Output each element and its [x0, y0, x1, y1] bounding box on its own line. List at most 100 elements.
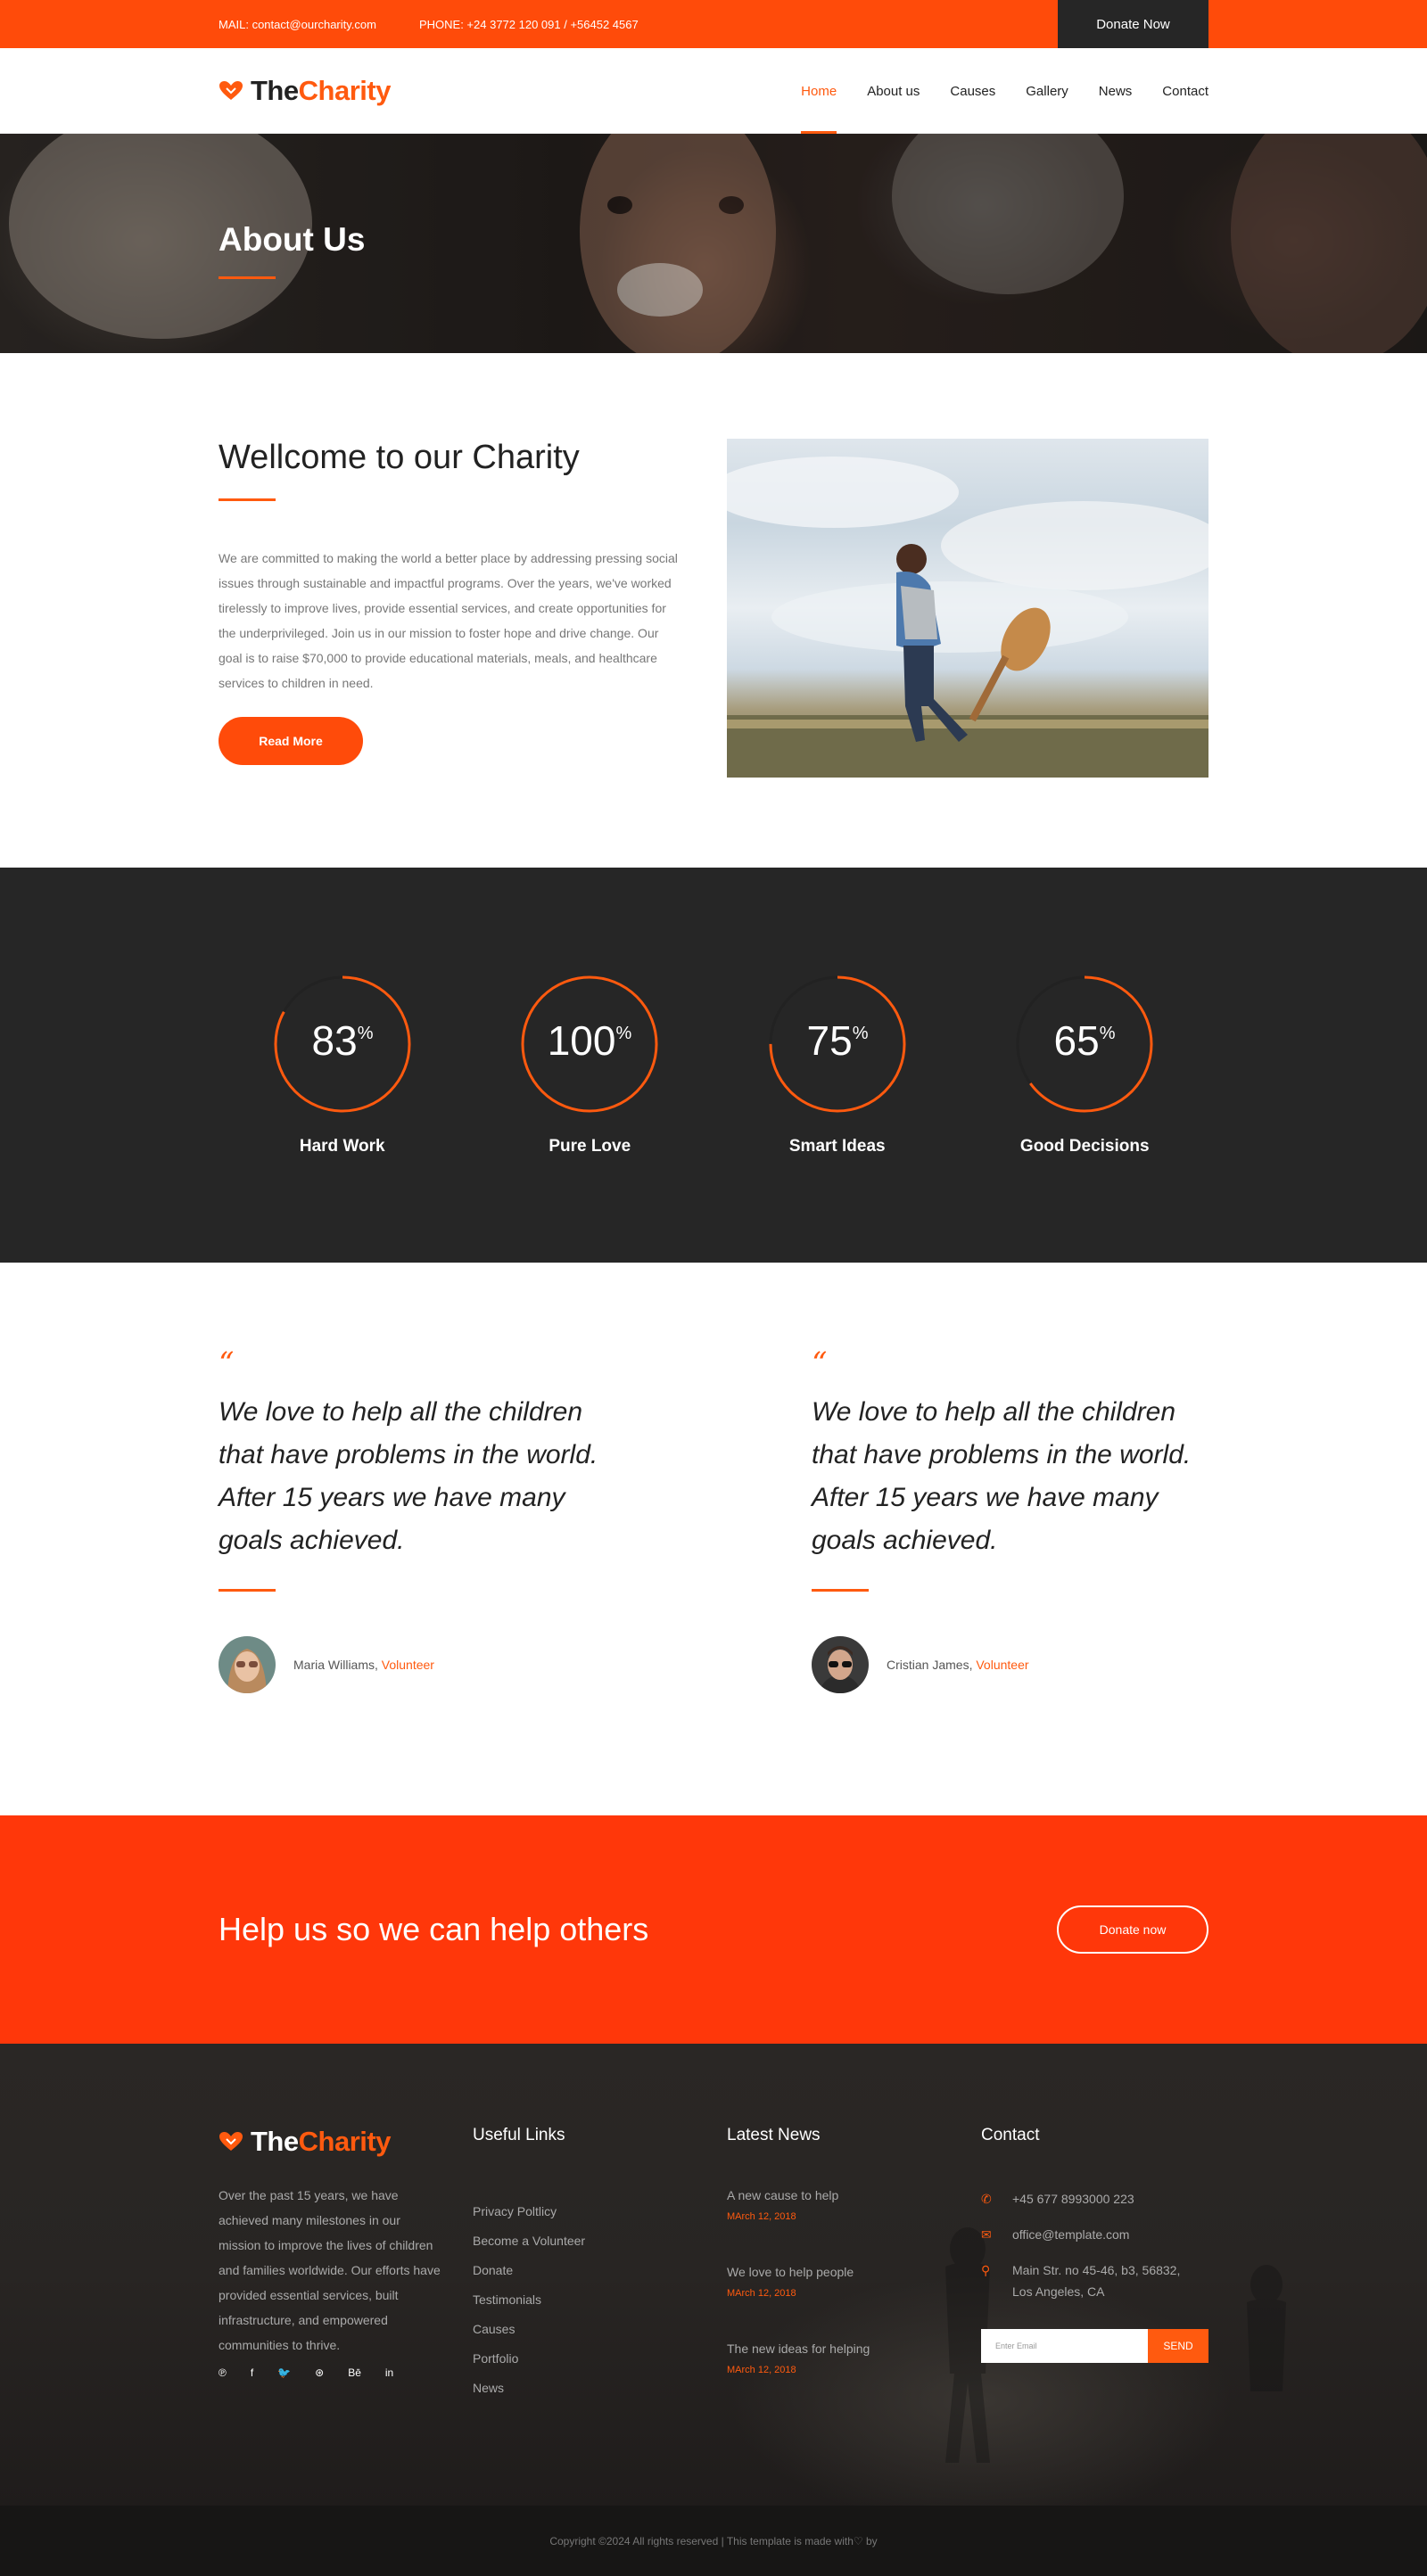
footer-about: The Charity Over the past 15 years, we ha…: [219, 2126, 473, 2418]
nav-item-contact[interactable]: Contact: [1162, 48, 1208, 134]
footer-link[interactable]: Donate: [473, 2256, 727, 2285]
send-button[interactable]: SEND: [1148, 2329, 1208, 2363]
footer-contact: Contact ✆ +45 677 8993000 223 ✉ office@t…: [981, 2126, 1208, 2418]
newsletter-form: Enter Email SEND: [981, 2329, 1208, 2363]
progress-ring: 65%: [1016, 975, 1153, 1113]
nav-item-gallery[interactable]: Gallery: [1026, 48, 1068, 134]
stat-label: Good Decisions: [1019, 1137, 1150, 1156]
news-title[interactable]: The new ideas for helping: [727, 2341, 981, 2356]
logo[interactable]: The Charity: [219, 75, 391, 107]
avatar: [219, 1636, 276, 1693]
copyright-bar: Copyright ©2024 All rights reserved | Th…: [0, 2506, 1427, 2576]
read-more-button[interactable]: Read More: [219, 717, 363, 765]
welcome-divider: [219, 498, 276, 501]
stat-smart-ideas: 75% Smart Ideas: [714, 973, 961, 1156]
nav-item-causes[interactable]: Causes: [950, 48, 995, 134]
cta-title: Help us so we can help others: [219, 1911, 649, 1947]
welcome-section: Wellcome to our Charity We are committed…: [0, 353, 1427, 868]
footer-logo[interactable]: The Charity: [219, 2126, 473, 2158]
envelope-icon: ✉: [981, 2227, 992, 2242]
stat-hard-work: 83% Hard Work: [219, 973, 466, 1156]
stat-unit: %: [357, 1024, 373, 1043]
stat-value: 65: [1054, 1017, 1100, 1064]
welcome-title: Wellcome to our Charity: [219, 439, 580, 476]
author-name: Cristian James,: [887, 1658, 973, 1672]
avatar: [812, 1636, 869, 1693]
footer: The Charity Over the past 15 years, we ha…: [0, 2044, 1427, 2506]
contact-email-text[interactable]: office@template.com: [1012, 2224, 1129, 2245]
testimonial-card: “ We love to help all the children that …: [812, 1346, 1208, 1693]
quote-icon: “: [219, 1346, 235, 1381]
footer-useful-links: Useful Links Privacy Poltlicy Become a V…: [473, 2126, 727, 2418]
svg-text:100%: 100%: [548, 1017, 632, 1064]
donate-now-button[interactable]: Donate Now: [1058, 0, 1208, 48]
logo-text-charity: Charity: [298, 75, 392, 106]
copyright-text: Copyright ©2024 All rights reserved | Th…: [549, 2534, 878, 2547]
stat-unit: %: [1100, 1024, 1116, 1043]
testimonial-divider: [812, 1589, 869, 1592]
nav-item-about-us[interactable]: About us: [867, 48, 920, 134]
title-underline: [219, 276, 276, 279]
contact-phone: ✆ +45 677 8993000 223: [981, 2188, 1208, 2210]
heart-hands-icon: [219, 2132, 243, 2151]
donate-now-cta-button[interactable]: Donate now: [1057, 1905, 1208, 1954]
svg-text:83%: 83%: [311, 1017, 373, 1064]
linkedin-icon[interactable]: in: [385, 2366, 393, 2379]
stat-label: Smart Ideas: [788, 1137, 886, 1156]
address-line-2: Los Angeles, CA: [1012, 2284, 1105, 2299]
footer-link[interactable]: News: [473, 2374, 727, 2403]
footer-about-text: Over the past 15 years, we have achieved…: [219, 2188, 441, 2352]
testimonial-author: Cristian James, Volunteer: [812, 1636, 1208, 1693]
stat-label: Hard Work: [299, 1137, 385, 1156]
testimonial-quote: We love to help all the children that ha…: [812, 1397, 1192, 1555]
behance-icon[interactable]: Bē: [348, 2366, 361, 2379]
progress-ring: 83%: [274, 975, 411, 1113]
news-item[interactable]: We love to help people MArch 12, 2018: [727, 2265, 981, 2299]
footer-link[interactable]: Portfolio: [473, 2344, 727, 2374]
testimonial-quote: We love to help all the children that ha…: [219, 1397, 598, 1555]
svg-text:75%: 75%: [806, 1017, 868, 1064]
contact-address: ⚲ Main Str. no 45-46, b3, 56832, Los Ange…: [981, 2259, 1208, 2302]
call-to-action-section: Help us so we can help others Donate now: [0, 1815, 1427, 2044]
nav-item-home[interactable]: Home: [801, 48, 837, 134]
contact-mail[interactable]: MAIL: contact@ourcharity.com: [219, 18, 376, 31]
footer-heading: Contact: [981, 2126, 1040, 2144]
map-pin-icon: ⚲: [981, 2263, 991, 2277]
news-item[interactable]: The new ideas for helping MArch 12, 2018: [727, 2341, 981, 2375]
stats-section: 83% Hard Work 100% Pure Love 75% Smart I…: [0, 868, 1427, 1263]
dribbble-icon[interactable]: ⊛: [315, 2366, 324, 2379]
news-item[interactable]: A new cause to help MArch 12, 2018: [727, 2188, 981, 2222]
quote-icon: “: [812, 1346, 828, 1381]
pinterest-icon[interactable]: ℗: [219, 2366, 227, 2379]
news-date: MArch 12, 2018: [727, 2211, 796, 2222]
stat-good-decisions: 65% Good Decisions: [961, 973, 1209, 1156]
footer-link[interactable]: Become a Volunteer: [473, 2226, 727, 2256]
facebook-icon[interactable]: f: [251, 2366, 253, 2379]
footer-link[interactable]: Privacy Poltlicy: [473, 2197, 727, 2226]
nav-item-news[interactable]: News: [1099, 48, 1133, 134]
news-title[interactable]: We love to help people: [727, 2265, 981, 2279]
author-name: Maria Williams,: [293, 1658, 378, 1672]
stat-value: 83: [311, 1017, 357, 1064]
page-title: About Us: [219, 221, 366, 258]
stat-label: Pure Love: [549, 1137, 631, 1156]
hero-banner: About Us: [0, 134, 1427, 353]
author-role: Volunteer: [381, 1658, 434, 1672]
footer-latest-news: Latest News A new cause to help MArch 12…: [727, 2126, 981, 2418]
social-links: ℗ f 🐦 ⊛ Bē in: [219, 2366, 473, 2379]
progress-ring: 75%: [769, 975, 906, 1113]
news-title[interactable]: A new cause to help: [727, 2188, 981, 2202]
phone-icon: ✆: [981, 2192, 992, 2206]
footer-link[interactable]: Causes: [473, 2315, 727, 2344]
news-date: MArch 12, 2018: [727, 2365, 796, 2375]
testimonials-section: “ We love to help all the children that …: [0, 1263, 1427, 1815]
main-navigation: The Charity Home About us Causes Gallery …: [0, 48, 1427, 134]
footer-link[interactable]: Testimonials: [473, 2285, 727, 2315]
contact-phone: PHONE: +24 3772 120 091 / +56452 4567: [418, 17, 639, 31]
logo-text-the: The: [251, 2126, 299, 2157]
twitter-icon[interactable]: 🐦: [277, 2366, 291, 2379]
stat-value: 75: [806, 1017, 852, 1064]
footer-heading: Latest News: [727, 2126, 821, 2144]
top-bar: MAIL: contact@ourcharity.com PHONE: +24 …: [0, 0, 1427, 48]
email-input[interactable]: Enter Email: [981, 2329, 1148, 2363]
